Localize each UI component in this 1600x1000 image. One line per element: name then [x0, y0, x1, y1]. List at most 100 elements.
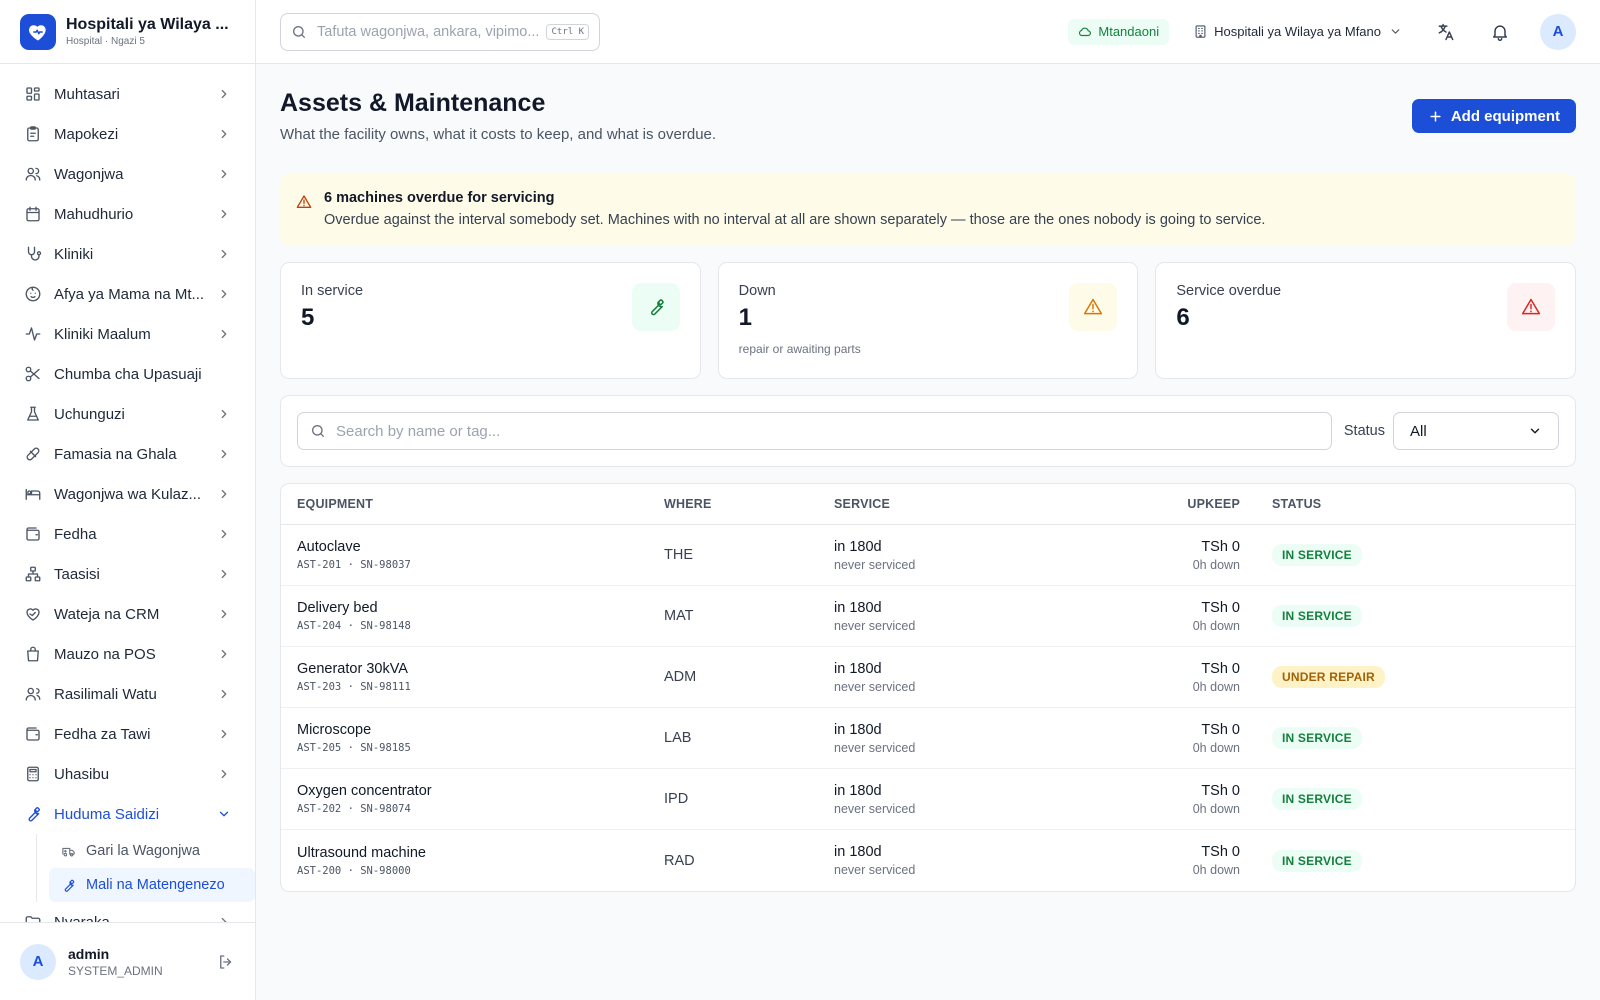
avatar[interactable]: A [1540, 13, 1576, 50]
equipment-name[interactable]: Delivery bed [297, 600, 664, 616]
service-note: never serviced [834, 740, 916, 755]
stethoscope-icon [27, 246, 42, 261]
service-due: in 180d [834, 660, 882, 677]
bell-icon[interactable] [1490, 22, 1510, 42]
sidebar-item-mahudhurio[interactable]: Mahudhurio [0, 194, 255, 234]
table-row[interactable]: Microscope AST-205 · SN-98185 LAB in 180… [281, 708, 1575, 769]
translate-icon[interactable] [1436, 22, 1456, 42]
upkeep-cost: TSh 0 [1201, 538, 1240, 555]
page-title: Assets & Maintenance [280, 89, 546, 117]
stat-label: Down [738, 283, 776, 299]
sidebar-item-mapokezi[interactable]: Mapokezi [0, 114, 255, 154]
downtime: 0h down [1192, 618, 1240, 633]
add-equipment-button[interactable]: Add equipment [1411, 99, 1576, 133]
sidebar-nav: Muhtasari Mapokezi Wagonjwa Mahudhurio Klini… [0, 64, 255, 922]
equipment-location: THE [664, 547, 693, 563]
chevron-right-icon [221, 409, 227, 419]
downtime: 0h down [1192, 557, 1240, 572]
table-header: EQUIPMENT WHERE SERVICE UPKEEP STATUS [281, 484, 1575, 525]
equipment-name[interactable]: Autoclave [297, 539, 664, 555]
folder-icon [25, 916, 41, 922]
sidebar-item-label: Nyaraka [54, 913, 110, 923]
sidebar-subitem-label: Gari la Wagonjwa [86, 843, 200, 859]
stat-label: Service overdue [1176, 283, 1282, 299]
facility-name: Hospitali ya Wilaya ya Mfano [1214, 24, 1381, 39]
sidebar-item-uchunguzi[interactable]: Uchunguzi [0, 394, 255, 434]
table-row[interactable]: Oxygen concentrator AST-202 · SN-98074 I… [281, 769, 1575, 830]
equipment-name[interactable]: Generator 30kVA [297, 661, 664, 677]
chevron-right-icon [221, 89, 227, 99]
ambulance-icon [62, 847, 75, 856]
heart-logo-icon [20, 13, 56, 50]
status-badge: UNDER REPAIR [1272, 666, 1385, 688]
sidebar-item-uhasibu[interactable]: Uhasibu [0, 754, 255, 794]
sidebar-item-chumba-cha-upasuaji[interactable]: Chumba cha Upasuaji [0, 354, 255, 394]
sidebar-item-rasilimali-watu[interactable]: Rasilimali Watu [0, 674, 255, 714]
sidebar-subitem-mali-na-matengenezo[interactable]: Mali na Matengenezo [49, 868, 255, 902]
equipment-search-placeholder: Search by name or tag... [336, 422, 501, 440]
sidebar-item-wagonjwa-wa-kulaz[interactable]: Wagonjwa wa Kulaz... [0, 474, 255, 514]
status-badge: IN SERVICE [1272, 727, 1362, 749]
sidebar-item-fedha-za-tawi[interactable]: Fedha za Tawi [0, 714, 255, 754]
sidebar-item-muhtasari[interactable]: Muhtasari [0, 74, 255, 114]
sidebar-item-nyaraka[interactable]: Nyaraka [0, 902, 255, 922]
chevron-down-icon [1391, 29, 1400, 34]
equipment-search-input[interactable]: Search by name or tag... [297, 412, 1332, 450]
equipment-tag: AST-204 · SN-98148 [297, 620, 411, 632]
upkeep-cost: TSh 0 [1201, 782, 1240, 799]
stat-value: 5 [301, 304, 315, 331]
sidebar-item-kliniki[interactable]: Kliniki [0, 234, 255, 274]
dashboard-icon [26, 87, 40, 101]
activity-icon [25, 327, 41, 341]
sidebar-item-famasia-na-ghala[interactable]: Famasia na Ghala [0, 434, 255, 474]
sidebar-item-label: Famasia na Ghala [54, 445, 177, 463]
equipment-name[interactable]: Oxygen concentrator [297, 783, 664, 799]
chevron-right-icon [221, 449, 227, 459]
shopping-bag-icon [27, 646, 39, 662]
sidebar-subitem-gari-la-wagonjwa[interactable]: Gari la Wagonjwa [49, 834, 255, 868]
sidebar-item-kliniki-maalum[interactable]: Kliniki Maalum [0, 314, 255, 354]
avatar[interactable]: A [20, 943, 56, 980]
logout-icon[interactable] [217, 953, 235, 971]
sidebar-item-label: Rasilimali Watu [54, 685, 157, 703]
sidebar-item-label: Fedha za Tawi [54, 725, 151, 743]
table-row[interactable]: Autoclave AST-201 · SN-98037 THE in 180d… [281, 525, 1575, 586]
brand[interactable]: Hospitali ya Wilaya ... Hospital · Ngazi… [0, 0, 255, 64]
equipment-name[interactable]: Microscope [297, 722, 664, 738]
downtime: 0h down [1192, 679, 1240, 694]
table-row[interactable]: Generator 30kVA AST-203 · SN-98111 ADM i… [281, 647, 1575, 708]
chevron-right-icon [221, 169, 227, 179]
column-header-where[interactable]: WHERE [664, 497, 834, 511]
plus-icon [1430, 110, 1441, 122]
column-header-equipment[interactable]: EQUIPMENT [281, 497, 664, 511]
table-row[interactable]: Ultrasound machine AST-200 · SN-98000 RA… [281, 830, 1575, 891]
sidebar-item-huduma-saidizi[interactable]: Huduma Saidizi [0, 794, 255, 834]
equipment-tag: AST-203 · SN-98111 [297, 681, 411, 693]
equipment-name[interactable]: Ultrasound machine [297, 845, 664, 861]
column-header-upkeep[interactable]: UPKEEP [1034, 497, 1240, 511]
status-filter-select[interactable]: All [1393, 412, 1559, 450]
sidebar-item-fedha[interactable]: Fedha [0, 514, 255, 554]
chevron-right-icon [221, 289, 227, 299]
sidebar-item-wagonjwa[interactable]: Wagonjwa [0, 154, 255, 194]
stat-icon-box [1507, 283, 1556, 331]
sidebar-item-afya-ya-mama-na-mt[interactable]: Afya ya Mama na Mt... [0, 274, 255, 314]
stat-card-in-service: In service 5 [280, 262, 701, 379]
service-due: in 180d [834, 844, 882, 860]
facility-switcher[interactable]: Hospitali ya Wilaya ya Mfano [1193, 24, 1402, 39]
global-search-input[interactable]: Tafuta wagonjwa, ankara, vipimo... Ctrl … [280, 12, 600, 51]
sidebar-item-wateja-na-crm[interactable]: Wateja na CRM [0, 594, 255, 634]
chevron-right-icon [221, 329, 227, 339]
sidebar-item-label: Uhasibu [54, 765, 110, 783]
chevron-right-icon [221, 249, 227, 259]
sidebar-item-label: Uchunguzi [54, 405, 125, 423]
page-subtitle: What the facility owns, what it costs to… [280, 126, 717, 143]
sidebar-item-taasisi[interactable]: Taasisi [0, 554, 255, 594]
status-badge: IN SERVICE [1272, 544, 1362, 566]
sidebar-item-mauzo-na-pos[interactable]: Mauzo na POS [0, 634, 255, 674]
column-header-service[interactable]: SERVICE [834, 497, 1034, 511]
sidebar-item-label: Taasisi [54, 565, 100, 583]
column-header-status[interactable]: STATUS [1240, 497, 1321, 511]
stat-value: 6 [1176, 304, 1190, 331]
table-row[interactable]: Delivery bed AST-204 · SN-98148 MAT in 1… [281, 586, 1575, 647]
